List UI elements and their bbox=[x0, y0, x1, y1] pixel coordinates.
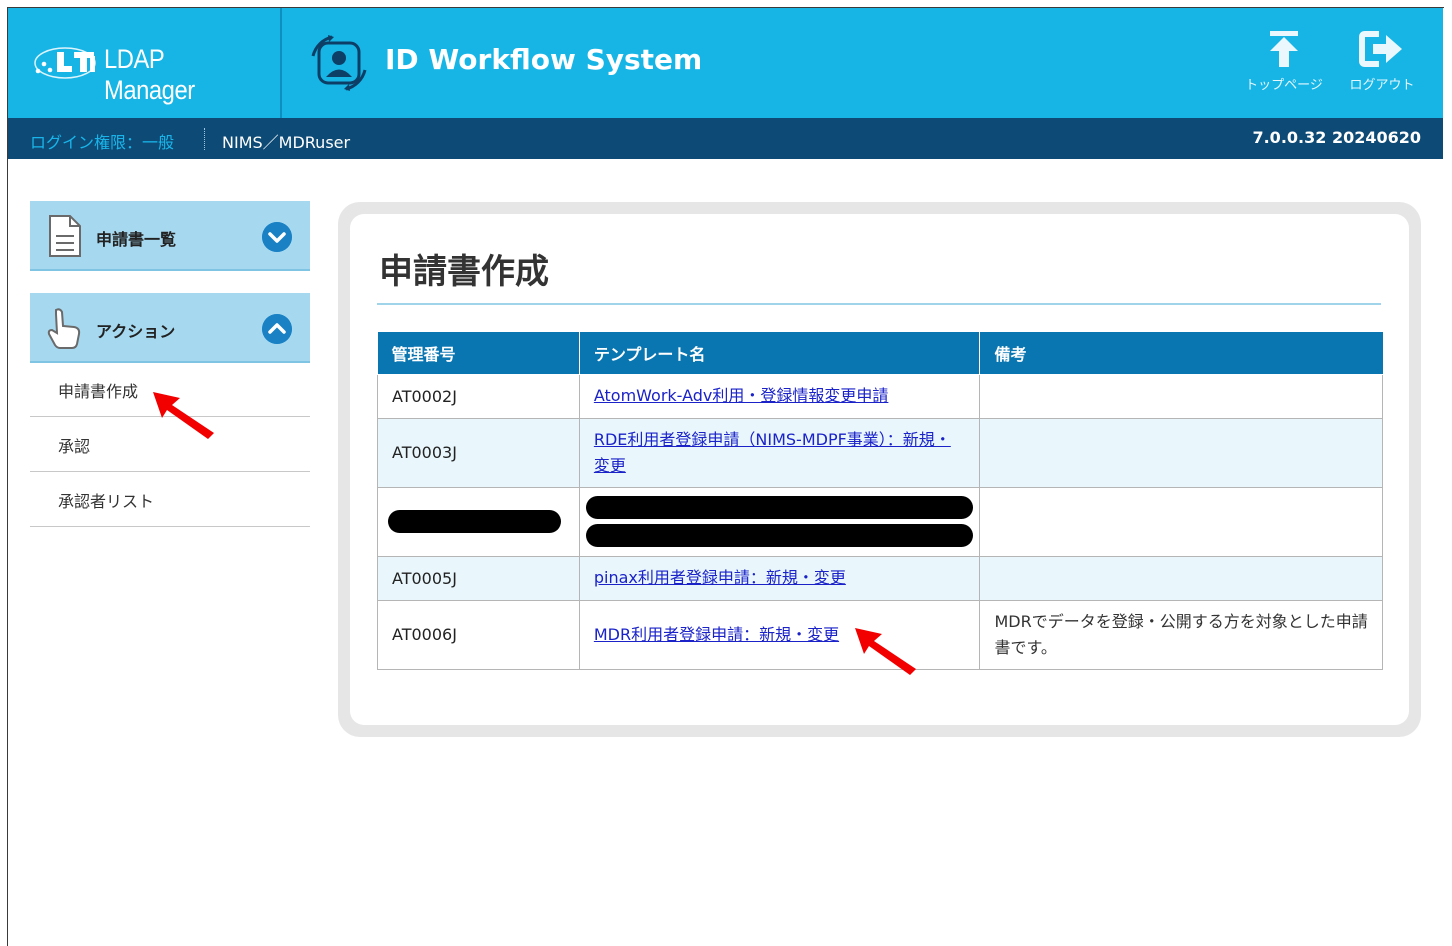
cell-id: AT0005J bbox=[377, 555, 580, 601]
version-label: 7.0.0.32 20240620 bbox=[1252, 128, 1421, 147]
redaction-bar bbox=[388, 510, 561, 533]
logout-button[interactable]: ログアウト bbox=[1340, 30, 1424, 102]
status-bar: ログイン権限：一般 NIMS／MDRuser 7.0.0.32 20240620 bbox=[8, 118, 1443, 159]
redaction-bar bbox=[585, 496, 974, 519]
logout-icon bbox=[1359, 31, 1402, 67]
column-header-id: 管理番号 bbox=[377, 332, 580, 375]
table-header-row: 管理番号 テンプレート名 備考 bbox=[377, 332, 1383, 375]
template-link[interactable]: AtomWork-Adv利用・登録情報変更申請 bbox=[594, 386, 889, 405]
note-text: MDRでデータを登録・公開する方を対象とした申請書です。 bbox=[994, 611, 1368, 657]
cell-note bbox=[979, 373, 1383, 419]
cell-id bbox=[377, 486, 580, 557]
cell-template-name bbox=[578, 486, 981, 557]
cell-note: MDRでデータを登録・公開する方を対象とした申請書です。 bbox=[979, 599, 1383, 670]
logout-label: ログアウト bbox=[1349, 78, 1415, 93]
document-icon bbox=[49, 215, 81, 257]
sidebar-item-approver-list[interactable]: 承認者リスト bbox=[30, 472, 310, 527]
cell-note bbox=[979, 417, 1383, 488]
template-link[interactable]: pinax利用者登録申請：新規・変更 bbox=[594, 568, 846, 587]
divider bbox=[204, 128, 205, 150]
cell-id: AT0006J bbox=[377, 599, 580, 670]
top-page-button[interactable]: トップページ bbox=[1242, 30, 1326, 102]
cell-template-name: RDE利用者登録申請（NIMS-MDPF事業）：新規・変更 bbox=[578, 417, 981, 488]
cell-note bbox=[979, 555, 1383, 601]
page-title: 申請書作成 bbox=[379, 252, 549, 292]
title-divider bbox=[377, 303, 1381, 305]
arrow-up-to-top-icon bbox=[1270, 31, 1298, 67]
chevron-down-icon[interactable] bbox=[262, 222, 292, 252]
login-permission: ログイン権限：一般 bbox=[30, 133, 175, 152]
table-row: AT0005J pinax利用者登録申請：新規・変更 bbox=[377, 555, 1383, 601]
column-header-template-name: テンプレート名 bbox=[578, 332, 981, 375]
cell-id: AT0003J bbox=[377, 417, 580, 488]
brand[interactable]: LDAP Manager bbox=[8, 8, 282, 118]
system-title: ID Workflow System bbox=[385, 43, 703, 76]
red-arrow-annotation bbox=[855, 628, 916, 675]
hand-pointer-icon bbox=[47, 308, 81, 349]
redaction-bar bbox=[585, 524, 974, 547]
cell-note bbox=[979, 486, 1383, 557]
sidebar-section-label: アクション bbox=[96, 322, 176, 341]
sidebar-section-label: 申請書一覧 bbox=[96, 230, 177, 249]
cell-id: AT0002J bbox=[377, 373, 580, 419]
cell-template-name: AtomWork-Adv利用・登録情報変更申請 bbox=[578, 373, 981, 419]
cell-template-name: pinax利用者登録申請：新規・変更 bbox=[578, 555, 981, 601]
ltl-logo-icon bbox=[34, 47, 96, 79]
sidebar-section-action[interactable]: アクション bbox=[30, 293, 310, 363]
table-row-redacted bbox=[377, 486, 1383, 557]
chevron-up-icon[interactable] bbox=[262, 314, 292, 344]
app-header: LDAP Manager ID Workflow System トップページ ロ… bbox=[8, 8, 1443, 118]
table-row: AT0003J RDE利用者登録申請（NIMS-MDPF事業）：新規・変更 bbox=[377, 417, 1383, 488]
column-header-note: 備考 bbox=[979, 332, 1383, 375]
sidebar-section-application-list[interactable]: 申請書一覧 bbox=[30, 201, 310, 271]
template-link[interactable]: MDR利用者登録申請：新規・変更 bbox=[594, 625, 839, 644]
template-table: 管理番号 テンプレート名 備考 AT0002J AtomWork-Adv利用・登… bbox=[377, 332, 1383, 670]
top-page-label: トップページ bbox=[1245, 78, 1323, 93]
current-user: NIMS／MDRuser bbox=[222, 133, 351, 152]
template-link[interactable]: RDE利用者登録申請（NIMS-MDPF事業）：新規・変更 bbox=[594, 430, 951, 475]
brand-name: LDAP Manager bbox=[104, 44, 195, 105]
red-arrow-annotation bbox=[153, 392, 214, 439]
workflow-user-icon bbox=[311, 35, 367, 91]
table-row: AT0002J AtomWork-Adv利用・登録情報変更申請 bbox=[377, 373, 1383, 419]
